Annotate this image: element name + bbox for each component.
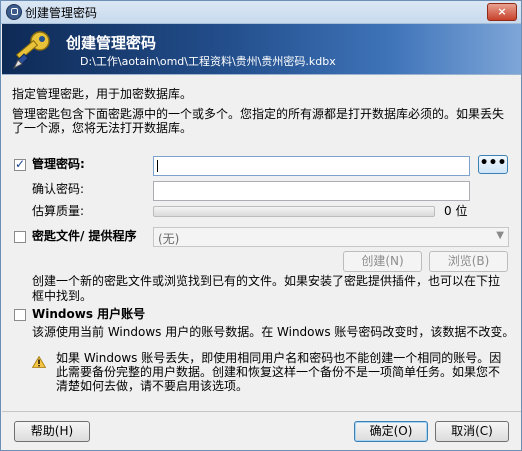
cancel-button[interactable]: 取消(C) (435, 421, 509, 442)
lock-icon (6, 4, 22, 20)
confirm-password-label: 确认密码: (32, 182, 85, 196)
banner: 创建管理密码 D:\工作\aotain\omd\工程资料\贵州\贵州密码.kdb… (2, 24, 521, 74)
footer-divider (2, 411, 521, 412)
windows-account-desc: 该源使用当前 Windows 用户的账号数据。在 Windows 账号密码改变时… (32, 325, 515, 339)
show-password-button[interactable]: ••• (478, 155, 508, 174)
warning-line-1: 如果 Windows 账号丢失，即使用相同用户名和密码也不能创建一个相同的账号。… (56, 351, 502, 365)
warning-line-2: 此需要备份完整的用户数据。创建和恢复这样一个备份不是一项简单任务。如果您不 (56, 365, 501, 379)
confirm-password-input[interactable] (153, 181, 470, 201)
key-file-select[interactable]: (无) ▼ (153, 227, 509, 247)
ok-button[interactable]: 确定(O) (354, 421, 428, 442)
master-password-checkbox[interactable] (14, 157, 26, 171)
quality-value: 0 位 (444, 204, 468, 218)
quality-label: 估算质量: (32, 204, 85, 218)
key-file-label: 密匙文件/ 提供程序 (32, 229, 137, 243)
dialog-window: 创建管理密码 × 创建管理密码 D:\工作\aotain\omd\工程资料\贵州… (0, 0, 522, 451)
key-file-desc-2: 框中找到。 (32, 289, 93, 303)
close-button[interactable]: × (487, 3, 517, 21)
text-caret (157, 160, 158, 172)
window-title: 创建管理密码 (25, 6, 98, 20)
warning-line-3: 清楚如何去做，请不要启用该选项。 (56, 379, 249, 393)
chevron-down-icon: ▼ (496, 230, 504, 241)
key-file-selected: (无) (158, 232, 180, 246)
intro-detail-2: 了一个源，您将无法打开数据库。 (12, 121, 193, 135)
browse-key-button[interactable]: 浏览(B) (429, 251, 508, 272)
help-button[interactable]: 帮助(H) (14, 421, 90, 442)
quality-progress-bar (153, 206, 435, 217)
master-password-label: 管理密码: (32, 157, 85, 171)
database-path: D:\工作\aotain\omd\工程资料\贵州\贵州密码.kdbx (80, 55, 336, 68)
key-file-desc-1: 创建一个新的密匙文件或浏览找到已有的文件。如果安装了密匙提供插件，也可以在下拉 (32, 274, 501, 288)
key-icon (12, 31, 50, 70)
key-file-checkbox[interactable] (14, 231, 26, 243)
master-password-input[interactable] (153, 156, 470, 176)
banner-title: 创建管理密码 (66, 34, 157, 52)
intro-detail-1: 管理密匙包含下面密匙源中的一个或多个。您指定的所有源都是打开数据库必须的。如果丢… (12, 107, 505, 121)
windows-account-label: Windows 用户账号 (32, 307, 146, 321)
title-bar[interactable]: 创建管理密码 × (1, 1, 521, 24)
intro-text: 指定管理密匙，用于加密数据库。 (12, 87, 193, 101)
warning-icon (32, 356, 46, 368)
windows-account-checkbox[interactable] (14, 309, 26, 321)
create-key-button[interactable]: 创建(N) (343, 251, 422, 272)
banner-divider (2, 74, 521, 75)
